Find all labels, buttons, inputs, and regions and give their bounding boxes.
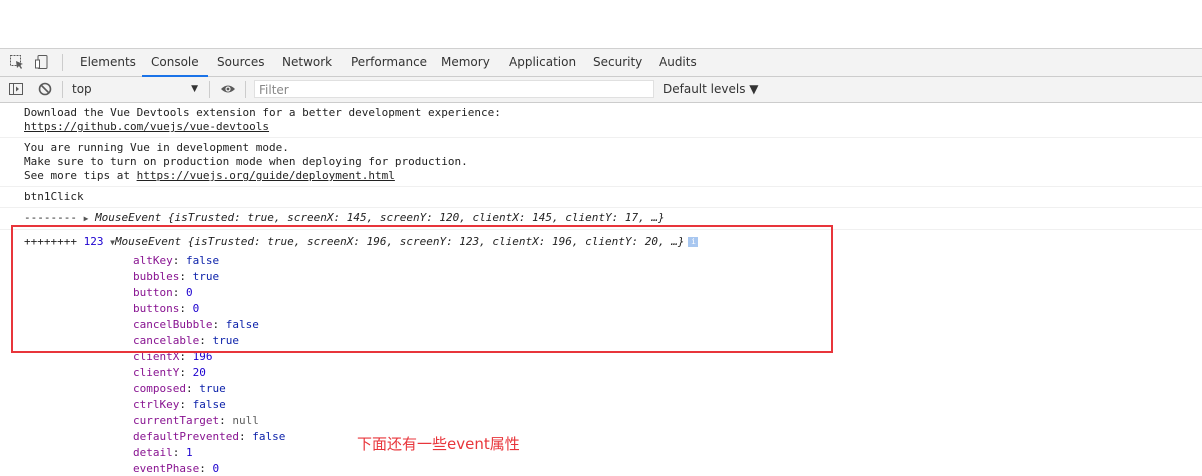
property-value: 20: [192, 366, 206, 379]
browser-top-area: [0, 0, 1202, 49]
context-label: top: [72, 82, 92, 96]
property-value: 0: [212, 462, 220, 475]
message-text: Download the Vue Devtools extension for …: [24, 106, 501, 119]
eye-icon[interactable]: [220, 81, 236, 97]
property-row[interactable]: currentTarget: null: [0, 413, 1202, 429]
property-key: defaultPrevented: [133, 430, 239, 443]
property-key: currentTarget: [133, 414, 220, 427]
message-text: See more tips at: [24, 169, 137, 182]
property-colon: :: [172, 446, 186, 459]
context-selector[interactable]: top ▼: [72, 77, 202, 102]
message-prefix: --------: [24, 211, 77, 224]
property-row[interactable]: eventPhase: 0: [0, 461, 1202, 476]
property-colon: :: [238, 430, 253, 443]
tab-application[interactable]: Application: [509, 49, 576, 76]
clear-console-icon[interactable]: [37, 81, 53, 97]
toolbar-separator: [209, 81, 210, 98]
tab-network[interactable]: Network: [282, 49, 332, 76]
inspect-element-icon[interactable]: [9, 54, 25, 70]
property-colon: :: [179, 366, 193, 379]
tab-elements[interactable]: Elements: [80, 49, 136, 76]
message-text: You are running Vue in development mode.: [24, 141, 289, 154]
tabbar-separator: [62, 54, 63, 71]
tab-sources[interactable]: Sources: [217, 49, 264, 76]
property-row[interactable]: composed: true: [0, 381, 1202, 397]
property-colon: :: [199, 462, 213, 475]
property-colon: :: [219, 414, 233, 427]
message-text: Make sure to turn on production mode whe…: [24, 155, 468, 168]
devtools-tabbar: Elements Console Sources Network Performance…: [0, 49, 1202, 77]
property-row[interactable]: ctrlKey: false: [0, 397, 1202, 413]
property-colon: :: [185, 382, 200, 395]
property-row[interactable]: detail: 1: [0, 445, 1202, 461]
device-toolbar-icon[interactable]: [34, 54, 50, 70]
dropdown-arrow-icon: ▼: [191, 84, 198, 94]
property-value: true: [199, 382, 226, 395]
toolbar-separator: [245, 81, 246, 98]
property-value: false: [252, 430, 286, 443]
property-row[interactable]: defaultPrevented: false: [0, 429, 1202, 445]
default-levels-dropdown[interactable]: Default levels ▼: [663, 77, 759, 102]
tab-performance[interactable]: Performance: [351, 49, 427, 76]
filter-input[interactable]: Filter: [254, 80, 654, 98]
deployment-link[interactable]: https://vuejs.org/guide/deployment.html: [137, 169, 395, 182]
property-key: clientY: [133, 366, 180, 379]
property-value: 1: [186, 446, 193, 459]
tab-memory[interactable]: Memory: [441, 49, 490, 76]
property-value: null: [232, 414, 259, 427]
toolbar-separator: [62, 81, 63, 98]
highlight-box: [11, 225, 833, 353]
devtools-link[interactable]: https://github.com/vuejs/vue-devtools: [24, 120, 269, 133]
property-colon: :: [179, 398, 193, 411]
property-value: false: [192, 398, 226, 411]
tab-audits[interactable]: Audits: [659, 49, 697, 76]
console-message: btn1Click: [0, 187, 1202, 208]
console-toolbar: top ▼ Filter Default levels ▼: [0, 77, 1202, 103]
tab-security[interactable]: Security: [593, 49, 642, 76]
annotation-note: 下面还有一些event属性: [357, 435, 520, 453]
property-key: detail: [133, 446, 173, 459]
tab-console[interactable]: Console: [142, 49, 208, 77]
expand-triangle-icon[interactable]: ▶: [84, 214, 89, 223]
sidebar-toggle-icon[interactable]: [8, 81, 24, 97]
message-text: btn1Click: [24, 190, 84, 203]
property-row[interactable]: clientY: 20: [0, 365, 1202, 381]
property-key: eventPhase: [133, 462, 200, 475]
collapsed-object[interactable]: MouseEvent {isTrusted: true, screenX: 14…: [95, 211, 665, 224]
console-message: Download the Vue Devtools extension for …: [0, 103, 1202, 138]
console-message: You are running Vue in development mode.…: [0, 138, 1202, 187]
property-key: composed: [133, 382, 186, 395]
property-key: ctrlKey: [133, 398, 180, 411]
